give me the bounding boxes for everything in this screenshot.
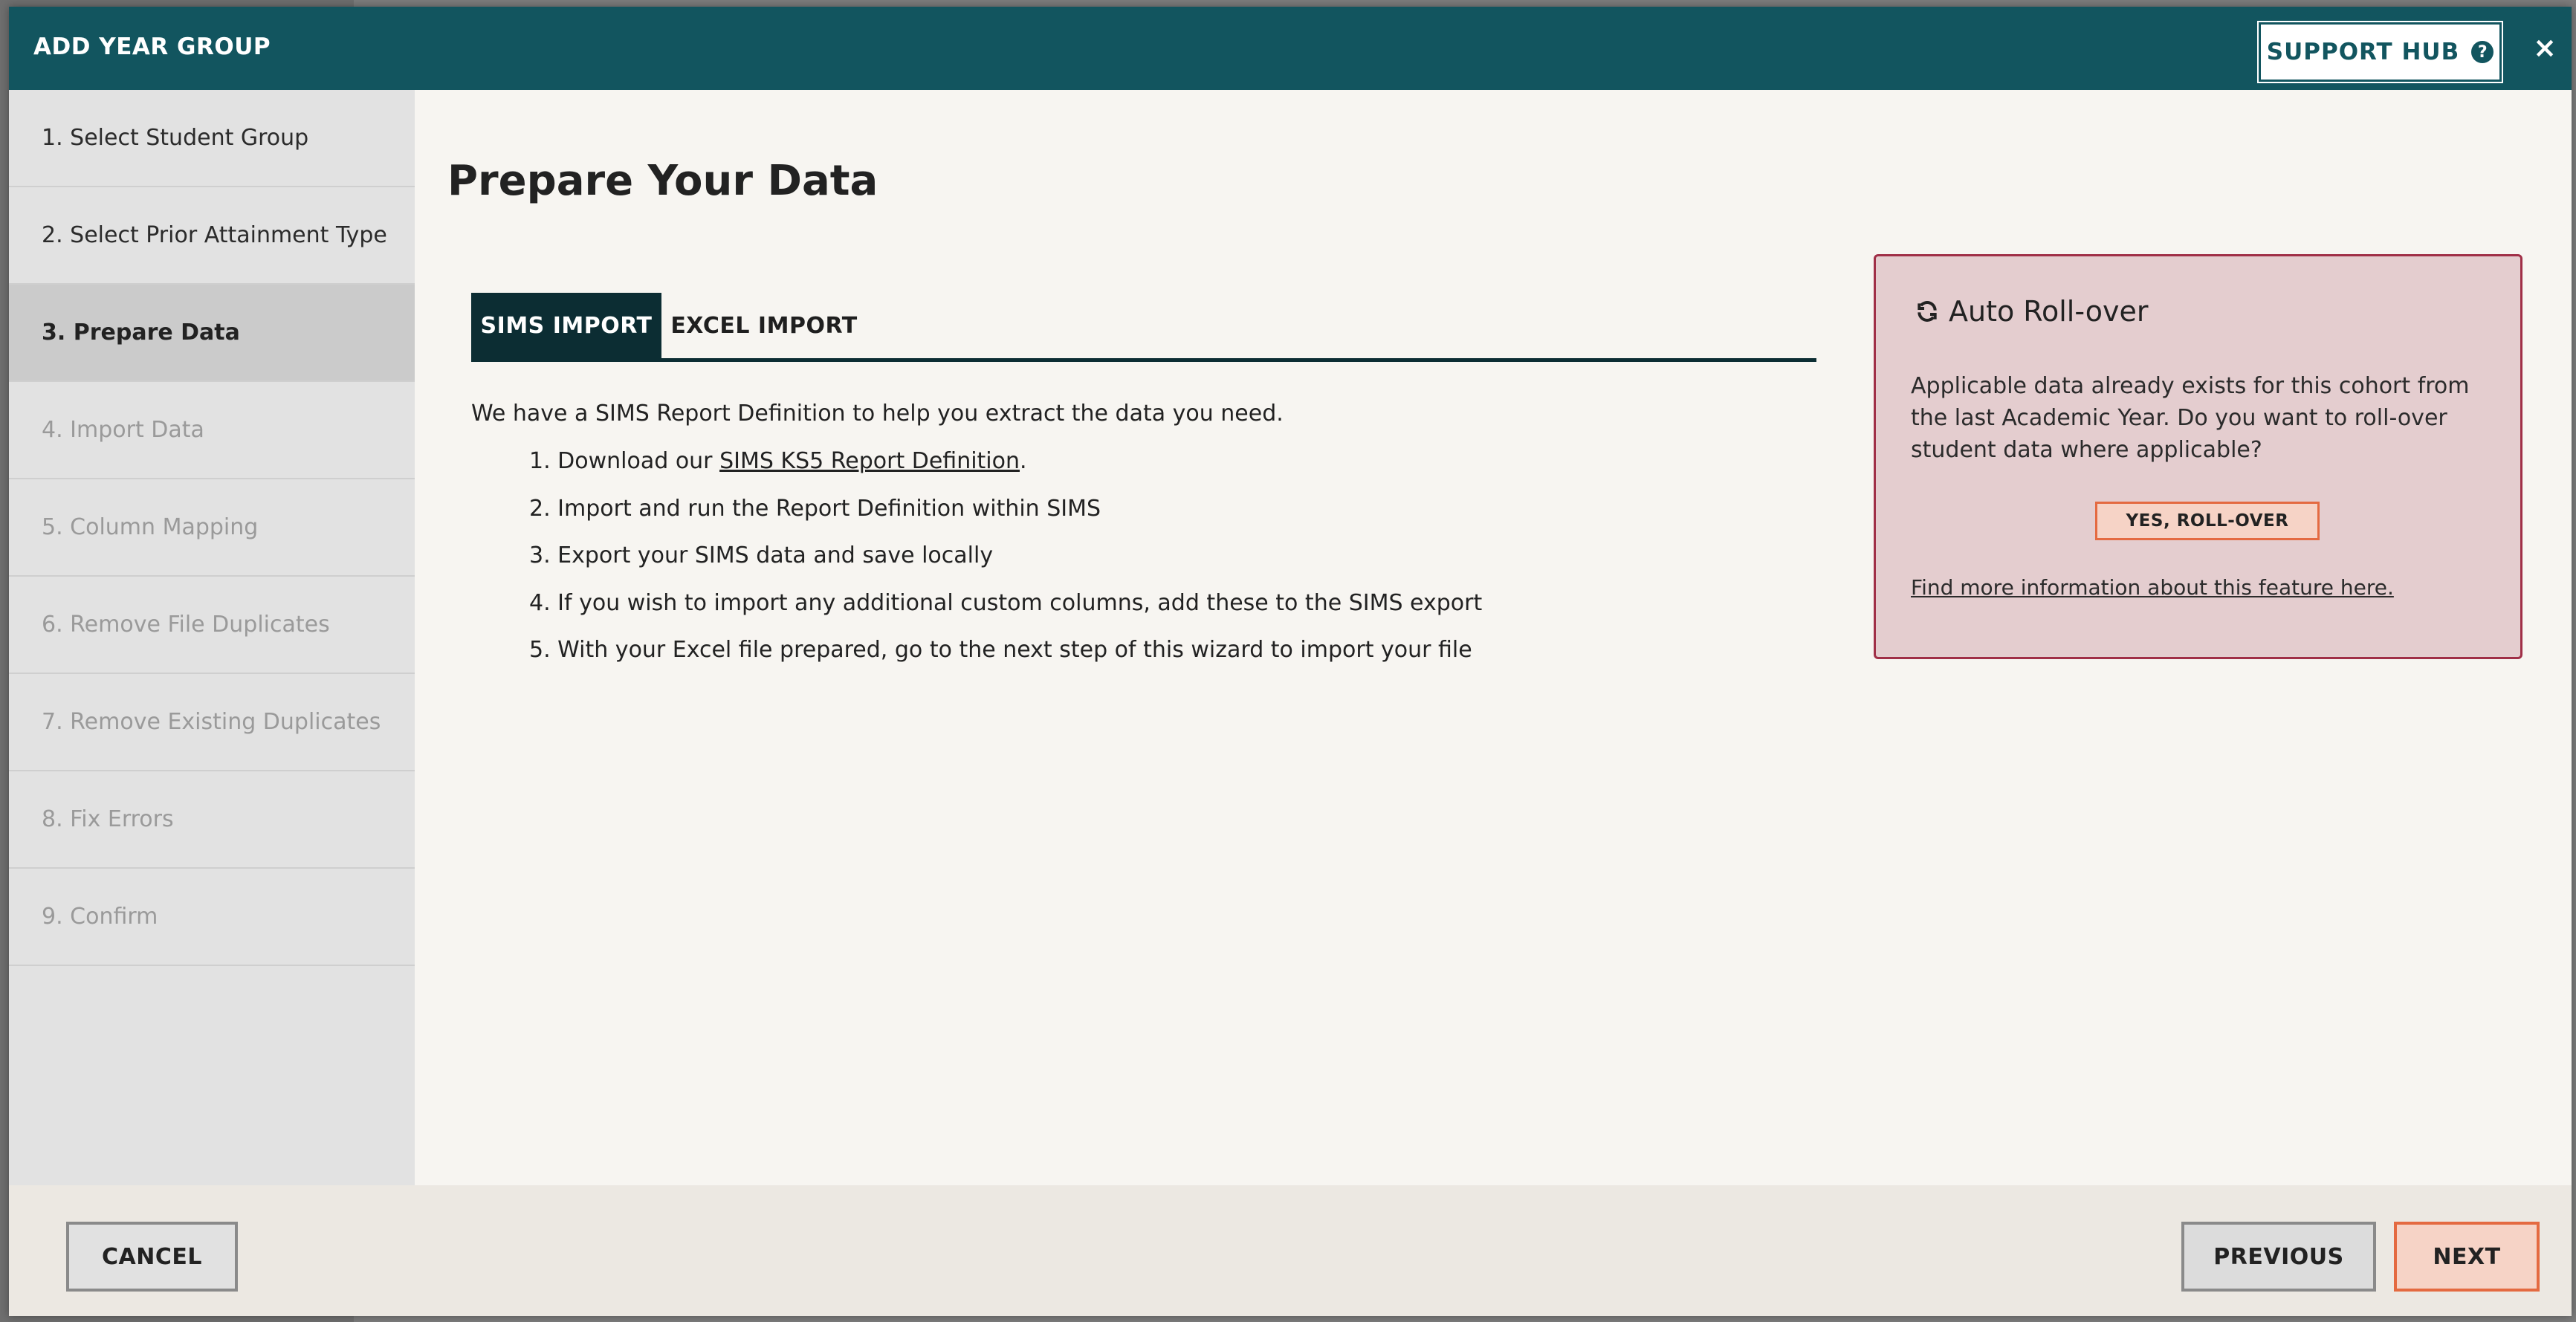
tab-label: SIMS IMPORT [480,312,653,339]
next-button[interactable]: NEXT [2394,1222,2540,1292]
instruction-step: 2. Import and run the Report Definition … [529,495,1101,522]
tab-label: EXCEL IMPORT [670,312,858,339]
wizard-step-label: 5. Column Mapping [42,514,259,540]
cancel-button[interactable]: CANCEL [66,1222,238,1292]
auto-rollover-panel: Auto Roll-over Applicable data already e… [1874,254,2522,659]
instruction-step: 5. With your Excel file prepared, go to … [529,637,1472,663]
instruction-prefix: 1. Download our [529,448,720,474]
wizard-steps-sidebar: 1. Select Student Group 2. Select Prior … [9,90,415,1185]
instruction-suffix: . [1020,448,1027,474]
rollover-header: Auto Roll-over [1915,295,2149,328]
tab-excel-import[interactable]: EXCEL IMPORT [661,293,867,358]
wizard-step-remove-file-duplicates: 6. Remove File Duplicates [9,577,415,674]
wizard-step-label: 3. Prepare Data [42,320,240,346]
intro-text: We have a SIMS Report Definition to help… [471,401,1284,427]
support-hub-label: SUPPORT HUB [2266,39,2460,65]
rollover-more-info-link[interactable]: Find more information about this feature… [1911,575,2394,600]
sims-report-definition-link[interactable]: SIMS KS5 Report Definition [719,448,1020,474]
dialog-footer: CANCEL PREVIOUS NEXT [9,1185,2572,1316]
tab-sims-import[interactable]: SIMS IMPORT [471,293,661,358]
instruction-step: 3. Export your SIMS data and save locall… [529,542,994,568]
close-icon: × [2533,31,2557,64]
wizard-step-label: 2. Select Prior Attainment Type [42,222,387,248]
help-circle-icon: ? [2471,41,2494,63]
wizard-step-select-prior-attainment[interactable]: 2. Select Prior Attainment Type [9,187,415,285]
wizard-step-label: 9. Confirm [42,904,158,930]
instruction-step: 1. Download our SIMS KS5 Report Definiti… [529,448,1482,496]
wizard-step-label: 6. Remove File Duplicates [42,612,330,638]
main-content: Prepare Your Data SIMS IMPORT EXCEL IMPO… [415,90,2572,1185]
instruction-step: 4. If you wish to import any additional … [529,589,1483,616]
dialog-header: ADD YEAR GROUP SUPPORT HUB ? × [9,7,2572,90]
wizard-step-column-mapping: 5. Column Mapping [9,479,415,577]
wizard-step-label: 8. Fix Errors [42,806,174,832]
rollover-description: Applicable data already exists for this … [1911,373,2470,463]
close-dialog-button[interactable]: × [2526,29,2563,66]
wizard-step-confirm: 9. Confirm [9,869,415,966]
wizard-step-select-student-group[interactable]: 1. Select Student Group [9,90,415,187]
wizard-step-label: 7. Remove Existing Duplicates [42,709,381,735]
wizard-step-import-data: 4. Import Data [9,382,415,479]
wizard-step-fix-errors: 8. Fix Errors [9,771,415,869]
rollover-title: Auto Roll-over [1949,295,2149,328]
wizard-step-remove-existing-duplicates: 7. Remove Existing Duplicates [9,674,415,771]
add-year-group-dialog: ADD YEAR GROUP SUPPORT HUB ? × 1. Select… [9,7,2572,1316]
instructions-list: 1. Download our SIMS KS5 Report Definiti… [529,448,1482,684]
support-hub-button[interactable]: SUPPORT HUB ? [2257,21,2503,83]
dialog-title: ADD YEAR GROUP [33,33,271,60]
import-type-tabs: SIMS IMPORT EXCEL IMPORT [471,293,1816,362]
page-title: Prepare Your Data [447,157,878,205]
wizard-step-label: 1. Select Student Group [42,125,309,151]
yes-rollover-button[interactable]: YES, ROLL-OVER [2095,502,2320,540]
refresh-icon [1915,299,1940,324]
wizard-step-label: 4. Import Data [42,417,204,443]
wizard-step-prepare-data[interactable]: 3. Prepare Data [9,285,415,382]
previous-button[interactable]: PREVIOUS [2181,1222,2376,1292]
